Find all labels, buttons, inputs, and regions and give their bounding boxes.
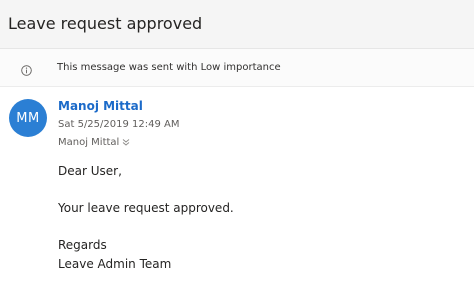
avatar[interactable]: MM bbox=[9, 99, 47, 137]
body-closing: Regards bbox=[58, 238, 107, 252]
chevron-down-icon[interactable] bbox=[122, 138, 130, 148]
body-greeting: Dear User, bbox=[58, 164, 122, 178]
email-subject: Leave request approved bbox=[8, 14, 203, 33]
email-date: Sat 5/25/2019 12:49 AM bbox=[58, 119, 180, 130]
sender-name[interactable]: Manoj Mittal bbox=[58, 99, 143, 113]
subject-header: Leave request approved bbox=[0, 0, 474, 49]
body-signature: Leave Admin Team bbox=[58, 257, 172, 271]
importance-notice-text: This message was sent with Low importanc… bbox=[57, 62, 281, 73]
recipient-name: Manoj Mittal bbox=[58, 137, 120, 148]
importance-notice-bar: This message was sent with Low importanc… bbox=[0, 49, 474, 87]
body-message: Your leave request approved. bbox=[58, 201, 234, 215]
info-icon bbox=[21, 61, 32, 76]
recipient-line[interactable]: Manoj Mittal bbox=[58, 137, 130, 148]
